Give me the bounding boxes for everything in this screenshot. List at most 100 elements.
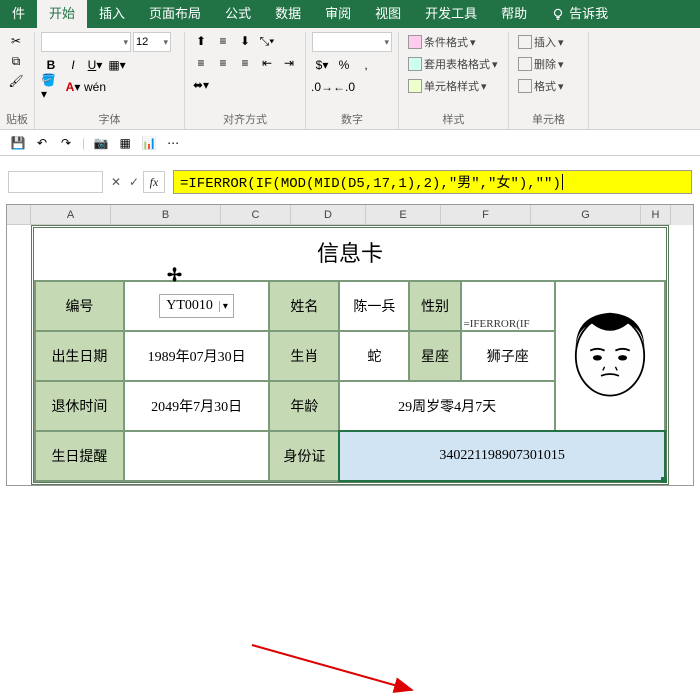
cell-birth-label[interactable]: 出生日期 bbox=[35, 331, 124, 381]
align-right-icon[interactable]: ≡ bbox=[235, 54, 255, 72]
underline-icon[interactable]: U▾ bbox=[85, 56, 105, 74]
col-header-H[interactable]: H bbox=[641, 205, 671, 225]
group-number-label: 数字 bbox=[312, 109, 392, 127]
col-header-D[interactable]: D bbox=[291, 205, 366, 225]
id-dropdown[interactable]: YT0010▾ bbox=[159, 294, 234, 318]
formula-input[interactable]: =IFERROR(IF(MOD(MID(D5,17,1),2),"男","女")… bbox=[173, 170, 692, 194]
qat-camera-icon[interactable]: 📷 bbox=[93, 135, 109, 151]
insert-icon bbox=[518, 35, 532, 49]
select-all-corner[interactable] bbox=[7, 205, 31, 225]
cell-constellation-label[interactable]: 星座 bbox=[409, 331, 460, 381]
qat-chart-icon[interactable]: 📊 bbox=[141, 135, 157, 151]
align-left-icon[interactable]: ≡ bbox=[191, 54, 211, 72]
tab-file[interactable]: 件 bbox=[0, 0, 37, 28]
dec-decimal-icon[interactable]: ←.0 bbox=[334, 78, 354, 96]
photo-placeholder bbox=[560, 284, 660, 428]
worksheet: A B C D E F G H ✢ 信息卡 编号 YT0010▾ 姓名 陈一兵 … bbox=[6, 204, 694, 486]
align-middle-icon[interactable]: ≡ bbox=[213, 32, 233, 50]
percent-icon[interactable]: % bbox=[334, 56, 354, 74]
undo-icon[interactable]: ↶ bbox=[34, 135, 50, 151]
cell-name-label[interactable]: 姓名 bbox=[269, 281, 339, 331]
comma-icon[interactable]: , bbox=[356, 56, 376, 74]
tab-home[interactable]: 开始 bbox=[37, 0, 87, 28]
cell-gender-value[interactable]: =IFERROR(IF bbox=[461, 281, 555, 331]
italic-icon[interactable]: I bbox=[63, 56, 83, 74]
qat-more-icon[interactable]: ⋯ bbox=[165, 135, 181, 151]
tab-help[interactable]: 帮助 bbox=[489, 0, 539, 28]
indent-dec-icon[interactable]: ⇤ bbox=[257, 54, 277, 72]
tab-developer[interactable]: 开发工具 bbox=[413, 0, 489, 28]
cell-retire-label[interactable]: 退休时间 bbox=[35, 381, 124, 431]
col-header-E[interactable]: E bbox=[366, 205, 441, 225]
align-top-icon[interactable]: ⬆ bbox=[191, 32, 211, 50]
col-header-A[interactable]: A bbox=[31, 205, 111, 225]
cell-photo[interactable] bbox=[555, 281, 665, 431]
cell-name-value[interactable]: 陈一兵 bbox=[339, 281, 409, 331]
cell-idcard-label[interactable]: 身份证 bbox=[269, 431, 339, 481]
cell-age-value[interactable]: 29周岁零4月7天 bbox=[339, 381, 555, 431]
cell-birth-value[interactable]: 1989年07月30日 bbox=[124, 331, 269, 381]
cell-gender-label[interactable]: 性别 bbox=[409, 281, 460, 331]
col-header-B[interactable]: B bbox=[111, 205, 221, 225]
phonetic-icon[interactable]: wén bbox=[85, 78, 105, 96]
orientation-icon[interactable]: ⤡▾ bbox=[257, 32, 277, 50]
delete-icon bbox=[518, 57, 532, 71]
fill-color-icon[interactable]: 🪣▾ bbox=[41, 78, 61, 96]
cell-style-icon bbox=[408, 79, 422, 93]
redo-icon[interactable]: ↷ bbox=[58, 135, 74, 151]
format-cells-button[interactable]: 格式▾ bbox=[515, 76, 567, 96]
align-bottom-icon[interactable]: ⬇ bbox=[235, 32, 255, 50]
border-icon[interactable]: ▦▾ bbox=[107, 56, 127, 74]
text-caret bbox=[562, 174, 563, 190]
font-color-icon[interactable]: A▾ bbox=[63, 78, 83, 96]
cancel-formula-icon[interactable]: ✕ bbox=[107, 171, 125, 193]
cut-icon[interactable]: ✂ bbox=[6, 32, 26, 50]
indent-inc-icon[interactable]: ⇥ bbox=[279, 54, 299, 72]
insert-cells-button[interactable]: 插入▾ bbox=[515, 32, 567, 52]
cell-zodiac-value[interactable]: 蛇 bbox=[339, 331, 409, 381]
enter-formula-icon[interactable]: ✓ bbox=[125, 171, 143, 193]
name-box[interactable] bbox=[8, 171, 103, 193]
fx-button[interactable]: fx bbox=[143, 171, 165, 193]
col-header-F[interactable]: F bbox=[441, 205, 531, 225]
cell-style-button[interactable]: 单元格样式▾ bbox=[405, 76, 490, 96]
font-name-combo[interactable]: ▾ bbox=[41, 32, 131, 52]
cell-id-value[interactable]: YT0010▾ bbox=[124, 281, 269, 331]
delete-cells-button[interactable]: 删除▾ bbox=[515, 54, 567, 74]
cell-id-label[interactable]: 编号 bbox=[35, 281, 124, 331]
col-header-C[interactable]: C bbox=[221, 205, 291, 225]
group-font: ▾ 12▾ B I U▾ ▦▾ 🪣▾ A▾ wén 字体 bbox=[35, 32, 185, 129]
tab-insert[interactable]: 插入 bbox=[87, 0, 137, 28]
format-painter-icon[interactable]: 🖌 bbox=[6, 72, 26, 90]
tab-layout[interactable]: 页面布局 bbox=[137, 0, 213, 28]
cell-birthday-remind-label[interactable]: 生日提醒 bbox=[35, 431, 124, 481]
tab-review[interactable]: 审阅 bbox=[313, 0, 363, 28]
col-header-G[interactable]: G bbox=[531, 205, 641, 225]
tab-data[interactable]: 数据 bbox=[263, 0, 313, 28]
merge-icon[interactable]: ⬌▾ bbox=[191, 76, 211, 94]
currency-icon[interactable]: $▾ bbox=[312, 56, 332, 74]
chevron-down-icon[interactable]: ▾ bbox=[219, 301, 231, 312]
inc-decimal-icon[interactable]: .0→ bbox=[312, 78, 332, 96]
tab-view[interactable]: 视图 bbox=[363, 0, 413, 28]
save-icon[interactable]: 💾 bbox=[10, 135, 26, 151]
cell-age-label[interactable]: 年龄 bbox=[269, 381, 339, 431]
cell-zodiac-label[interactable]: 生肖 bbox=[269, 331, 339, 381]
copy-icon[interactable]: ⧉ bbox=[6, 52, 26, 70]
table-format-button[interactable]: 套用表格格式▾ bbox=[405, 54, 501, 74]
align-center-icon[interactable]: ≡ bbox=[213, 54, 233, 72]
cell-idcard-value[interactable]: 340221198907301015 bbox=[339, 431, 665, 481]
qat-border-icon[interactable]: ▦ bbox=[117, 135, 133, 151]
bold-icon[interactable]: B bbox=[41, 56, 61, 74]
tell-me[interactable]: 告诉我 bbox=[539, 0, 620, 28]
conditional-format-button[interactable]: 条件格式▾ bbox=[405, 32, 479, 52]
fill-handle[interactable] bbox=[661, 477, 667, 483]
font-size-combo[interactable]: 12▾ bbox=[133, 32, 171, 52]
cell-retire-value[interactable]: 2049年7月30日 bbox=[124, 381, 269, 431]
cell-constellation-value[interactable]: 狮子座 bbox=[461, 331, 555, 381]
grid[interactable]: ✢ 信息卡 编号 YT0010▾ 姓名 陈一兵 性别 =IFERROR(IF bbox=[7, 225, 693, 485]
tab-formulas[interactable]: 公式 bbox=[213, 0, 263, 28]
number-format-combo[interactable]: ▾ bbox=[312, 32, 392, 52]
cell-birthday-remind-value[interactable] bbox=[124, 431, 269, 481]
group-styles-label: 样式 bbox=[405, 109, 502, 127]
